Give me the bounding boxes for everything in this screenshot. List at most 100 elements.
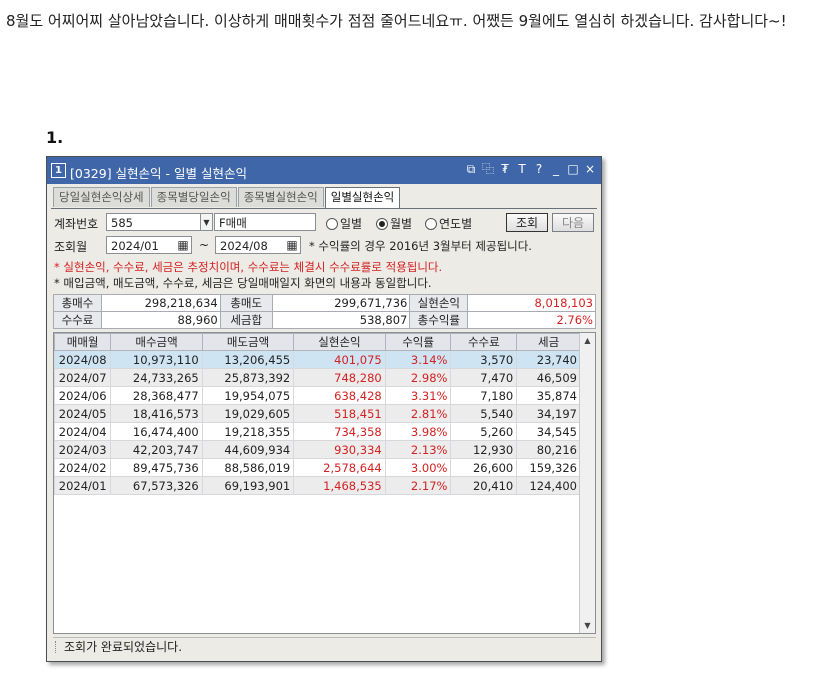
- radio-yearly[interactable]: 연도별: [425, 215, 472, 232]
- table-cell: 19,954,075: [201, 386, 295, 405]
- tab-2[interactable]: 종목별당일손익: [150, 187, 237, 207]
- empty-cell: [294, 529, 385, 546]
- empty-cell: [294, 563, 385, 580]
- table-row[interactable]: 2024/07 24,733,265 25,873,392 748,280 2.98% 7…: [54, 368, 581, 387]
- account-dropdown-button[interactable]: ▼: [200, 213, 213, 231]
- calendar-from-icon[interactable]: ▦: [175, 237, 191, 253]
- radio-daily[interactable]: 일별: [326, 215, 362, 232]
- table-row[interactable]: 2024/01 67,573,326 69,193,901 1,468,535 2.17…: [54, 476, 581, 495]
- table-row[interactable]: 2024/08 10,973,110 13,206,455 401,075 3.14% 3…: [54, 350, 581, 369]
- table-cell: 89,475,736: [110, 458, 203, 477]
- empty-cell: [517, 512, 581, 529]
- table-row[interactable]: 2024/05 18,416,573 19,029,605 518,451 2.81% 5…: [54, 404, 581, 423]
- grid-column-header[interactable]: 매도금액: [201, 333, 295, 351]
- empty-cell: [517, 546, 581, 563]
- tab-3[interactable]: 종목별실현손익: [237, 187, 324, 207]
- grid-column-header[interactable]: 실현손익: [293, 333, 386, 351]
- table-cell: 1,468,535: [293, 476, 386, 495]
- empty-cell: [111, 495, 202, 513]
- tab-4[interactable]: 일별실현손익: [324, 187, 401, 209]
- maximize-icon[interactable]: □: [566, 162, 580, 177]
- calendar-to-icon[interactable]: ▦: [284, 237, 300, 253]
- table-cell: 67,573,326: [110, 476, 203, 495]
- close-icon[interactable]: ×: [583, 162, 597, 177]
- window-titlebar[interactable]: 1 [0329] 실현손익 - 일별 실현손익 ⧉ ⿻ ₮ T? _ □ ×: [47, 157, 601, 184]
- tab-bar: 당일실현손익상세 종목별당일손익 종목별실현손익 일별실현손익: [53, 187, 401, 209]
- grid-column-header[interactable]: 수익률: [384, 333, 452, 351]
- table-cell: 19,029,605: [201, 404, 295, 423]
- empty-row: [55, 495, 581, 513]
- empty-cell: [294, 495, 385, 513]
- table-cell: 12,930: [450, 440, 518, 459]
- table-row[interactable]: 2024/02 89,475,736 88,586,019 2,578,644 3.00…: [54, 458, 581, 477]
- date-label: 조회월: [54, 240, 88, 254]
- table-cell: 10,973,110: [110, 350, 203, 369]
- table-cell: 2024/07: [54, 368, 112, 387]
- table-cell: 5,540: [450, 404, 518, 423]
- summary-label: 총매수: [53, 294, 102, 312]
- table-cell: 13,206,455: [201, 350, 295, 369]
- next-button[interactable]: 다음: [552, 213, 594, 232]
- empty-cell: [111, 529, 202, 546]
- grid-column-header[interactable]: 세금: [516, 333, 581, 351]
- grid-column-header[interactable]: 수수료: [450, 333, 518, 351]
- table-cell: 19,218,355: [201, 422, 295, 441]
- window-number-badge: 1: [51, 163, 66, 178]
- empty-cell: [294, 546, 385, 563]
- scroll-down-icon[interactable]: ▼: [580, 618, 595, 633]
- status-bar: 조회가 완료되었습니다.: [53, 637, 596, 656]
- empty-cell: [451, 597, 517, 614]
- scroll-up-icon[interactable]: ▲: [580, 333, 595, 348]
- table-cell: 88,586,019: [201, 458, 295, 477]
- empty-cell: [55, 495, 111, 513]
- text-icon[interactable]: T: [515, 162, 529, 177]
- help-icon[interactable]: ?: [532, 162, 546, 177]
- table-cell: 7,180: [450, 386, 518, 405]
- radio-daily-dot: [326, 217, 338, 230]
- list-number: 1.: [46, 128, 64, 147]
- table-cell: 518,451: [293, 404, 386, 423]
- empty-cell: [385, 597, 451, 614]
- table-cell: 638,428: [293, 386, 386, 405]
- grid-column-header[interactable]: 매매월: [54, 333, 112, 351]
- table-cell: 124,400: [516, 476, 581, 495]
- table-cell: 2.13%: [384, 440, 452, 459]
- empty-cell: [111, 563, 202, 580]
- query-button[interactable]: 조회: [506, 213, 548, 232]
- table-cell: 3.14%: [384, 350, 452, 369]
- empty-cell: [385, 529, 451, 546]
- table-cell: 2.81%: [384, 404, 452, 423]
- estimate-notice: * 실현손익, 수수료, 세금은 추정치이며, 수수료는 체결시 수수료률로 적…: [54, 260, 443, 274]
- table-cell: 44,609,934: [201, 440, 295, 459]
- summary-value: 8,018,103: [467, 294, 596, 312]
- table-cell: 2024/03: [54, 440, 112, 459]
- table-cell: 2.17%: [384, 476, 452, 495]
- empty-cell: [202, 563, 293, 580]
- grid-scrollbar[interactable]: ▲ ▼: [579, 333, 595, 633]
- table-row[interactable]: 2024/03 42,203,747 44,609,934 930,334 2.13% 1…: [54, 440, 581, 459]
- empty-cell: [385, 495, 451, 513]
- tab-1[interactable]: 당일실현손익상세: [53, 187, 150, 207]
- minimize-icon[interactable]: _: [549, 162, 563, 177]
- empty-row: [55, 563, 581, 580]
- empty-cell: [202, 597, 293, 614]
- account-number-field[interactable]: 585: [106, 213, 201, 231]
- monthly-table: 매매월 매수금액 매도금액 실현손익 수익률 수수료 세금 2024/08 10,973,11…: [54, 333, 581, 614]
- empty-cell: [517, 495, 581, 513]
- copy-icon[interactable]: ⿻: [481, 162, 495, 177]
- empty-cell: [55, 529, 111, 546]
- pin-icon[interactable]: ₮: [498, 162, 512, 177]
- table-row[interactable]: 2024/06 28,368,477 19,954,075 638,428 3.31% 7…: [54, 386, 581, 405]
- grid-column-header[interactable]: 매수금액: [110, 333, 203, 351]
- table-cell: 23,740: [516, 350, 581, 369]
- empty-row: [55, 580, 581, 597]
- empty-cell: [202, 546, 293, 563]
- empty-cell: [55, 580, 111, 597]
- radio-monthly[interactable]: 월별: [376, 215, 412, 232]
- empty-cell: [385, 512, 451, 529]
- table-cell: 18,416,573: [110, 404, 203, 423]
- empty-cell: [111, 597, 202, 614]
- monthly-grid[interactable]: 매매월 매수금액 매도금액 실현손익 수익률 수수료 세금 2024/08 10,973,11…: [53, 332, 596, 634]
- link-icon[interactable]: ⧉: [464, 162, 478, 177]
- table-row[interactable]: 2024/04 16,474,400 19,218,355 734,358 3.98% 5…: [54, 422, 581, 441]
